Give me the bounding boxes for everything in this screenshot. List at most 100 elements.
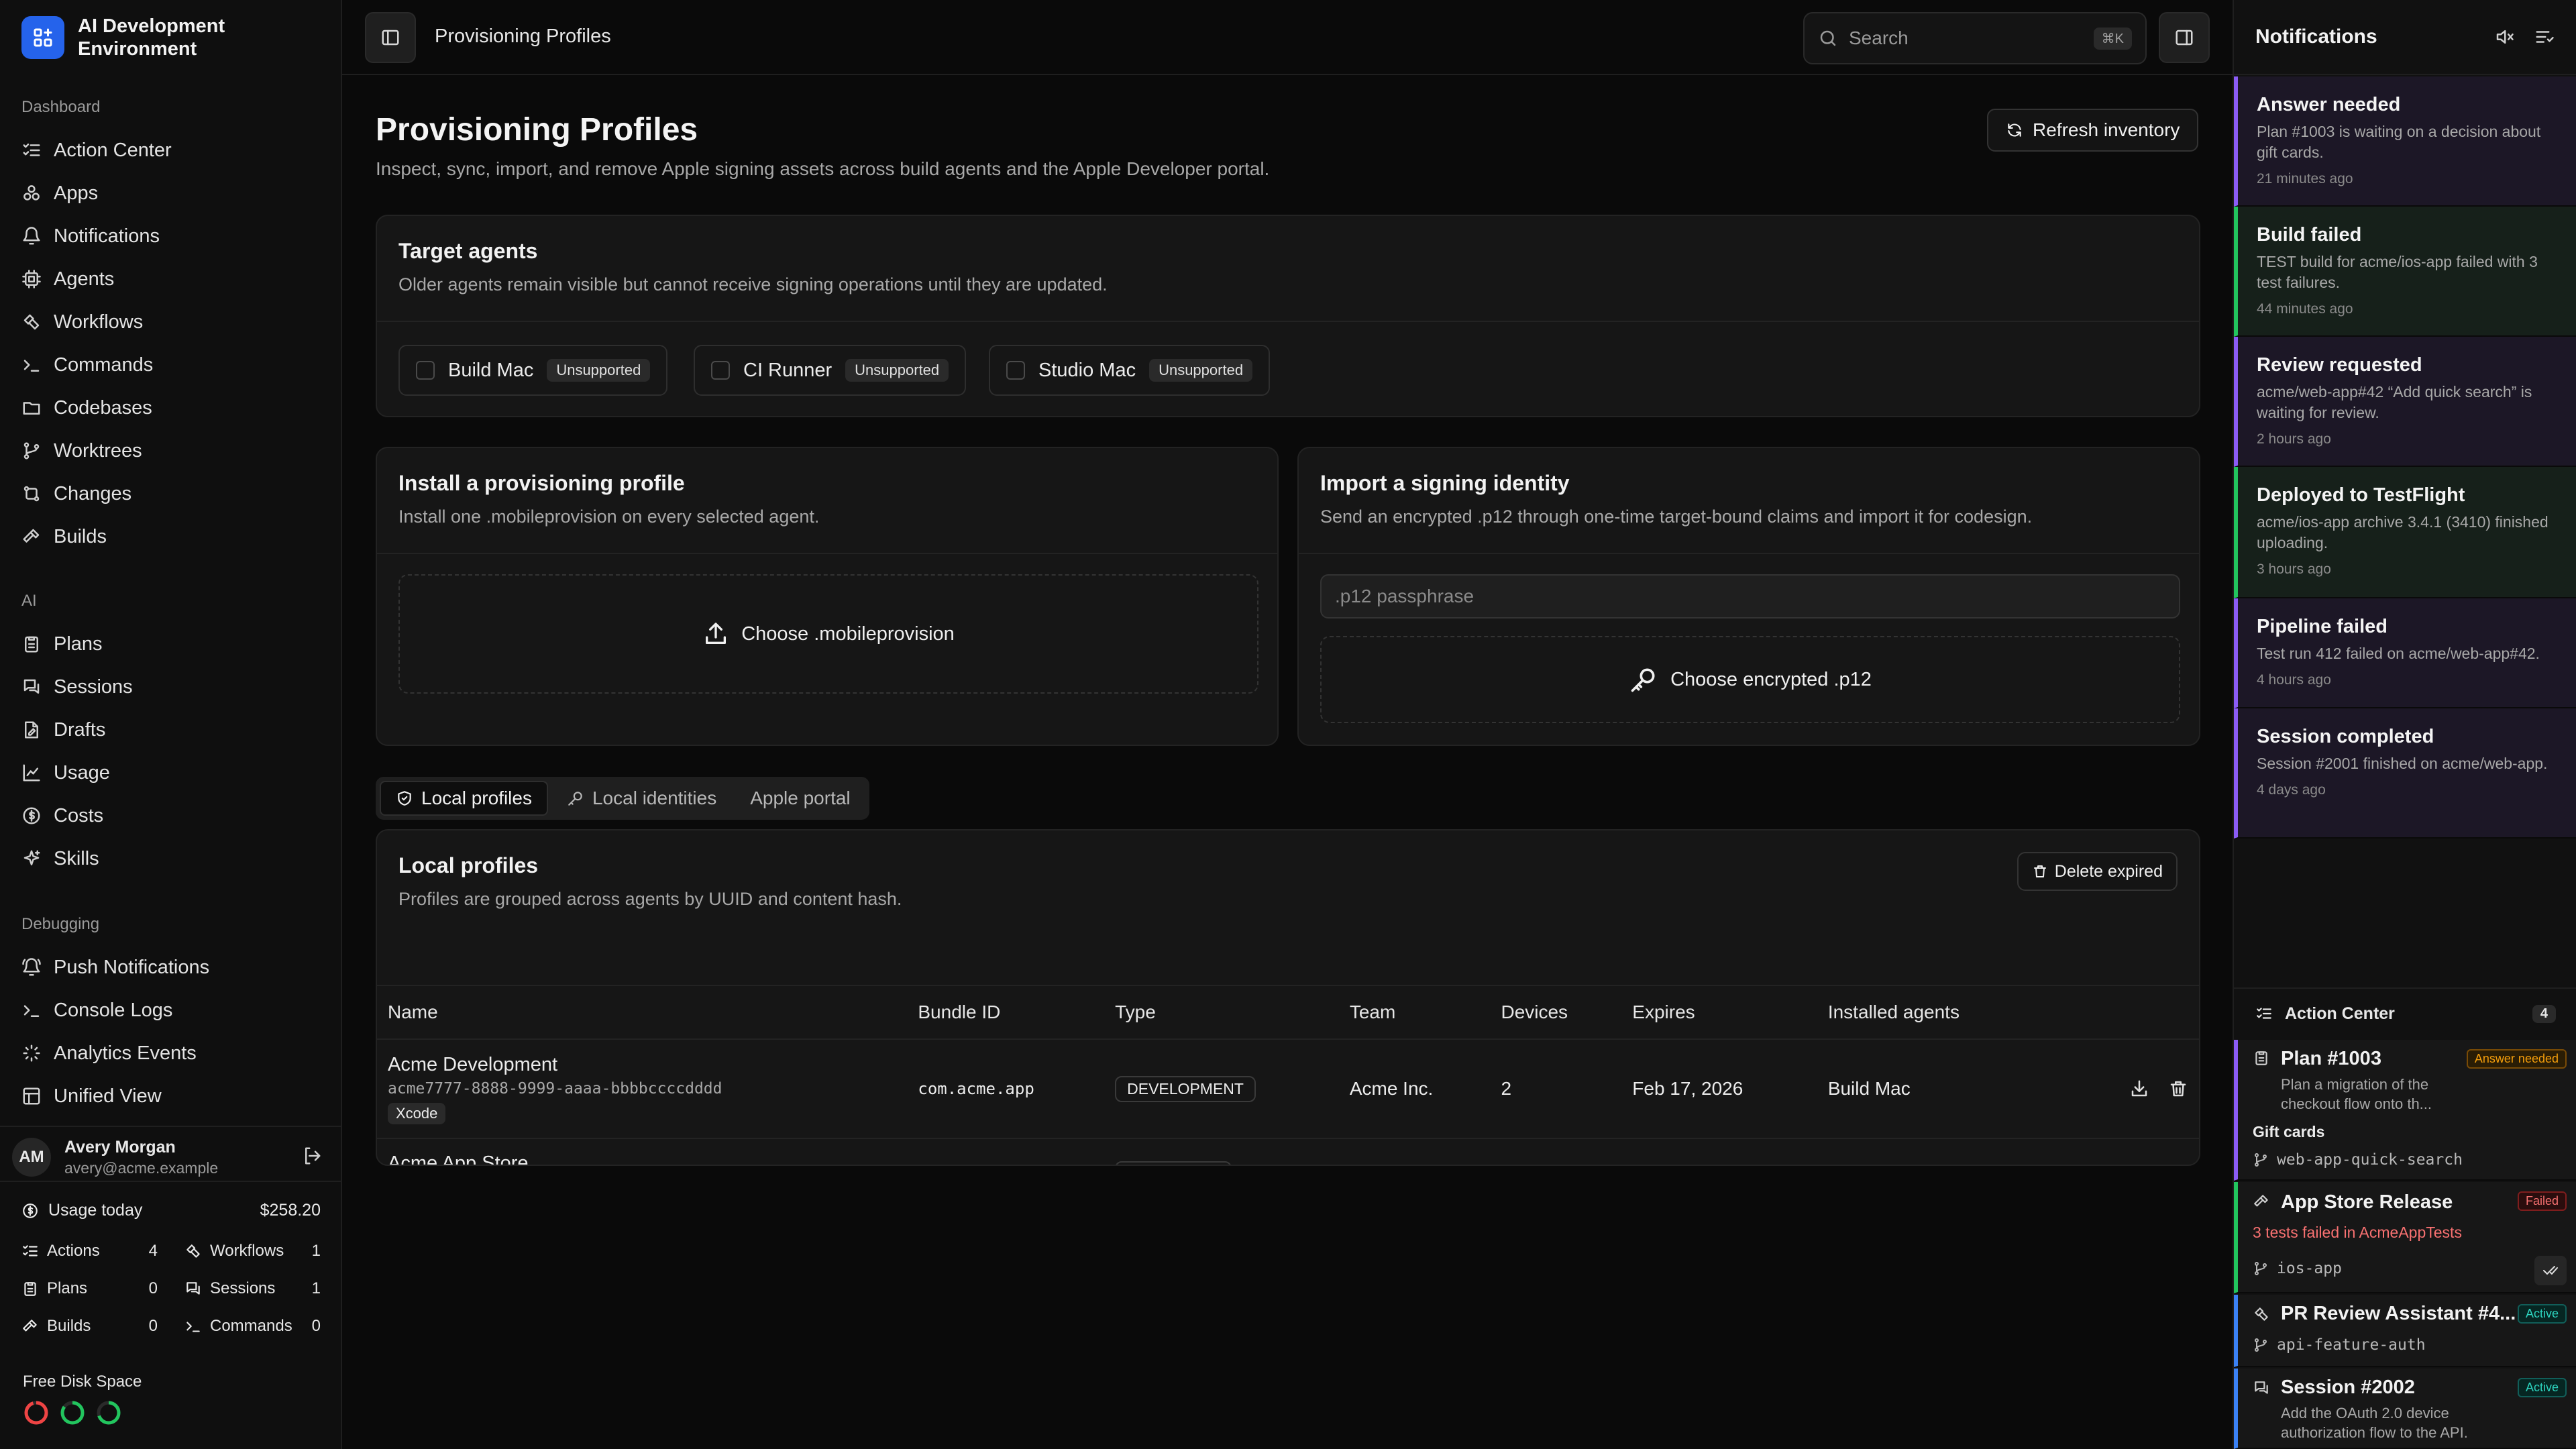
workflow-icon [23,314,40,330]
messages-icon [23,679,40,694]
local-profiles-card: Local profiles Profiles are grouped acro… [376,829,2200,1166]
nav-item-apps[interactable]: Apps [21,172,323,215]
team: Acme Inc. [1338,1038,1491,1138]
install-subtitle: Install one .mobileprovision on every se… [398,506,820,527]
search-input[interactable]: Search ⌘K [1803,12,2147,64]
agent-checkbox[interactable] [711,361,730,380]
tab-local-identities[interactable]: Local identities [552,781,731,816]
mute-icon[interactable] [2494,27,2514,47]
usage-value: $258.20 [260,1201,321,1220]
avatar[interactable]: AM [12,1138,51,1177]
download-icon[interactable] [2129,1079,2149,1099]
choose-mobileprovision-button[interactable]: Choose .mobileprovision [398,574,1258,694]
install-profile-card: Install a provisioning profile Install o… [376,447,1279,746]
download-icon[interactable] [2129,1165,2149,1167]
clipboard-icon [25,636,38,653]
brand[interactable]: AI Development Environment [21,15,252,60]
agent-studio-mac[interactable]: Studio Mac Unsupported [989,345,1271,396]
nav-item-usage[interactable]: Usage [21,751,323,794]
mark-read-icon[interactable] [2534,27,2555,47]
notification-item[interactable]: Session completed Session #2001 finished… [2234,708,2576,839]
notifications-panel: Notifications Answer needed Plan #1003 i… [2233,0,2576,1449]
layout-icon [23,1087,40,1105]
column-header-team: Team [1338,985,1491,1039]
nav-item-drafts[interactable]: Drafts [21,708,323,751]
nav-item-analytics-events[interactable]: Analytics Events [21,1032,323,1075]
nav-item-commands[interactable]: Commands [21,343,323,386]
trash-icon[interactable] [2168,1079,2188,1099]
action-item[interactable]: PR Review Assistant #4... Active api-fea… [2234,1295,2576,1367]
table-row[interactable]: Acme Development acme7777-8888-9999-aaaa… [377,1038,2199,1138]
type-badge: DEVELOPMENT [1115,1075,1256,1102]
nav-item-costs[interactable]: Costs [21,794,323,837]
agent-build-mac[interactable]: Build Mac Unsupported [398,345,668,396]
tab-apple-portal[interactable]: Apple portal [735,781,865,816]
nav-item-worktrees[interactable]: Worktrees [21,429,323,472]
dollar-circle-icon [23,1203,38,1218]
action-item[interactable]: Session #2002 Active Add the OAuth 2.0 d… [2234,1368,2576,1449]
nav-item-changes[interactable]: Changes [21,472,323,515]
nav-item-builds[interactable]: Builds [21,515,323,558]
nav-item-plans[interactable]: Plans [21,623,323,665]
status-badge: Active [2517,1378,2567,1397]
nav-item-console-logs[interactable]: Console Logs [21,989,323,1032]
notification-item[interactable]: Pipeline failed Test run 412 failed on a… [2234,598,2576,708]
choose-p12-button[interactable]: Choose encrypted .p12 [1320,636,2180,723]
stat-plans[interactable]: Plans 0 [21,1277,158,1300]
trash-icon [2033,865,2046,877]
bell-icon [23,227,40,245]
table-row[interactable]: Acme App Store acme0000-1111-2222-3333-4… [377,1138,2199,1167]
disk-gauge-icon [24,1401,48,1425]
disk-gauges [23,1399,122,1426]
action-center-header[interactable]: Action Center 4 [2234,987,2576,1038]
notification-item[interactable]: Review requested acme/web-app#42 “Add qu… [2234,337,2576,467]
notification-item[interactable]: Build failed TEST build for acme/ios-app… [2234,207,2576,337]
p12-passphrase-input[interactable]: .p12 passphrase [1320,574,2180,619]
stat-actions[interactable]: Actions 4 [21,1240,158,1263]
trash-icon[interactable] [2168,1165,2188,1167]
dollar-circle-icon [23,807,40,824]
sparkles-icon [23,850,40,865]
nav-item-workflows[interactable]: Workflows [21,301,323,343]
refresh-inventory-button[interactable]: Refresh inventory [1987,109,2199,152]
nav-item-sessions[interactable]: Sessions [21,665,323,708]
stat-sessions[interactable]: Sessions 1 [184,1277,321,1300]
apps-icon [23,185,40,201]
list-checks-icon [2257,1008,2271,1019]
tab-local-profiles[interactable]: Local profiles [380,781,548,816]
stat-workflows[interactable]: Workflows 1 [184,1240,321,1263]
profile-tabs: Local profiles Local identities Apple po… [376,777,869,820]
import-subtitle: Send an encrypted .p12 through one-time … [1320,506,2033,527]
usage-today: Usage today $258.20 [21,1201,321,1220]
notification-item[interactable]: Answer needed Plan #1003 is waiting on a… [2234,76,2576,207]
shield-check-icon [398,791,411,806]
logout-button[interactable] [302,1146,322,1166]
nav-item-action-center[interactable]: Action Center [21,129,323,172]
nav-item-codebases[interactable]: Codebases [21,386,323,429]
nav-item-push-notifications[interactable]: Push Notifications [21,946,323,989]
agent-checkbox[interactable] [416,361,435,380]
expires: Dec 29, 2026 [1621,1138,1817,1165]
stat-builds[interactable]: Builds 0 [21,1315,158,1338]
notification-item[interactable]: Deployed to TestFlight acme/ios-app arch… [2234,467,2576,598]
nav-item-agents[interactable]: Agents [21,258,323,301]
status-badge: Unsupported [845,359,949,382]
disk-gauge-fill [24,1401,48,1425]
action-item[interactable]: Plan #1003 Answer needed Plan a migratio… [2234,1040,2576,1181]
app-logo-icon [21,16,64,59]
approve-button[interactable] [2534,1256,2567,1285]
nav-item-skills[interactable]: Skills [21,837,323,880]
agent-checkbox[interactable] [1006,361,1025,380]
key-icon [568,792,582,806]
nav-item-unified-view[interactable]: Unified View [21,1075,323,1118]
delete-expired-button[interactable]: Delete expired [2017,852,2178,891]
agent-ci-runner[interactable]: CI Runner Unsupported [694,345,967,396]
nav-debugging: Push Notifications Console Logs Analytic… [21,946,323,1118]
toggle-sidebar-button[interactable] [365,12,416,63]
action-count-badge: 4 [2532,1004,2556,1023]
action-item[interactable]: App Store Release Failed 3 tests failed … [2234,1182,2576,1293]
nav-item-notifications[interactable]: Notifications [21,215,323,258]
xcode-badge: Xcode [388,1102,446,1124]
stat-commands[interactable]: Commands 0 [184,1315,321,1338]
toggle-notifications-button[interactable] [2159,12,2210,63]
